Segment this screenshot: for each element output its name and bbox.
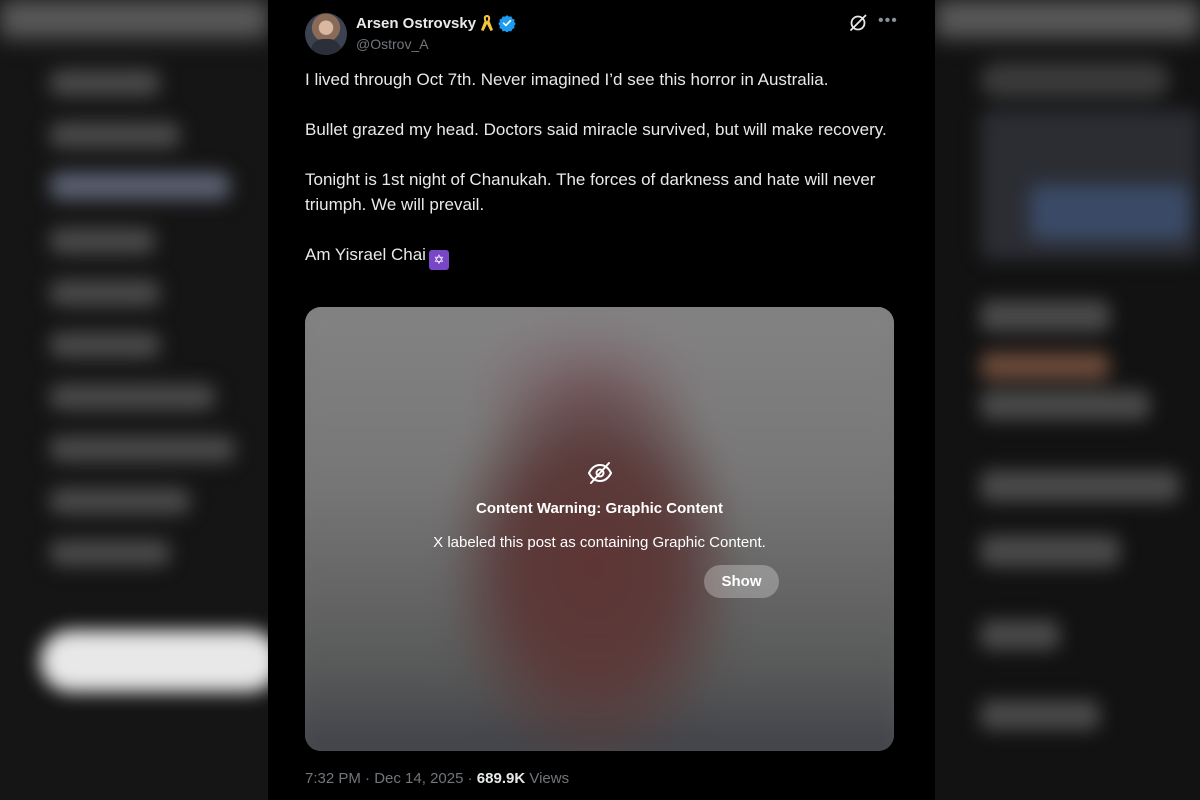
post-date[interactable]: Dec 14, 2025 [374, 770, 463, 787]
author-name[interactable]: Arsen Ostrovsky [356, 15, 476, 32]
post-closing-line: Am Yisrael Chai ✡ [305, 242, 895, 270]
grok-icon[interactable] [849, 14, 867, 32]
warning-title: Content Warning: Graphic Content [476, 500, 723, 517]
post-paragraph: I lived through Oct 7th. Never imagined … [305, 70, 829, 89]
eye-slash-icon [587, 462, 613, 484]
closing-text: Am Yisrael Chai [305, 245, 426, 264]
star-of-david-icon: ✡ [428, 250, 449, 270]
post-paragraph: Bullet grazed my head. Doctors said mira… [305, 120, 887, 139]
warning-description: X labeled this post as containing Graphi… [433, 534, 766, 551]
background-right-sidebar [935, 0, 1200, 800]
meta-separator: · [467, 770, 473, 787]
post-text: I lived through Oct 7th. Never imagined … [305, 67, 895, 295]
avatar[interactable] [305, 13, 347, 55]
yellow-ribbon-icon [481, 15, 494, 31]
post-meta: 7:32 PM · Dec 14, 2025 · 689.9K Views [305, 770, 569, 787]
more-options-icon[interactable]: ••• [878, 12, 898, 30]
media-content-warning[interactable]: Content Warning: Graphic Content X label… [305, 307, 894, 751]
post: Arsen Ostrovsky @Ostrov_A ••• I lived th… [288, 0, 914, 800]
verified-badge-icon [498, 15, 516, 32]
views-count: 689.9K [476, 770, 526, 787]
author-line: Arsen Ostrovsky [356, 14, 516, 32]
meta-separator: · [365, 770, 371, 787]
post-paragraph: Tonight is 1st night of Chanukah. The fo… [305, 170, 876, 214]
timeline-column: Arsen Ostrovsky @Ostrov_A ••• I lived th… [268, 0, 935, 800]
post-time[interactable]: 7:32 PM [305, 770, 361, 787]
views-label: Views [529, 770, 570, 787]
background-left-sidebar [0, 0, 268, 800]
show-button[interactable]: Show [704, 565, 779, 598]
author-handle[interactable]: @Ostrov_A [356, 36, 429, 52]
